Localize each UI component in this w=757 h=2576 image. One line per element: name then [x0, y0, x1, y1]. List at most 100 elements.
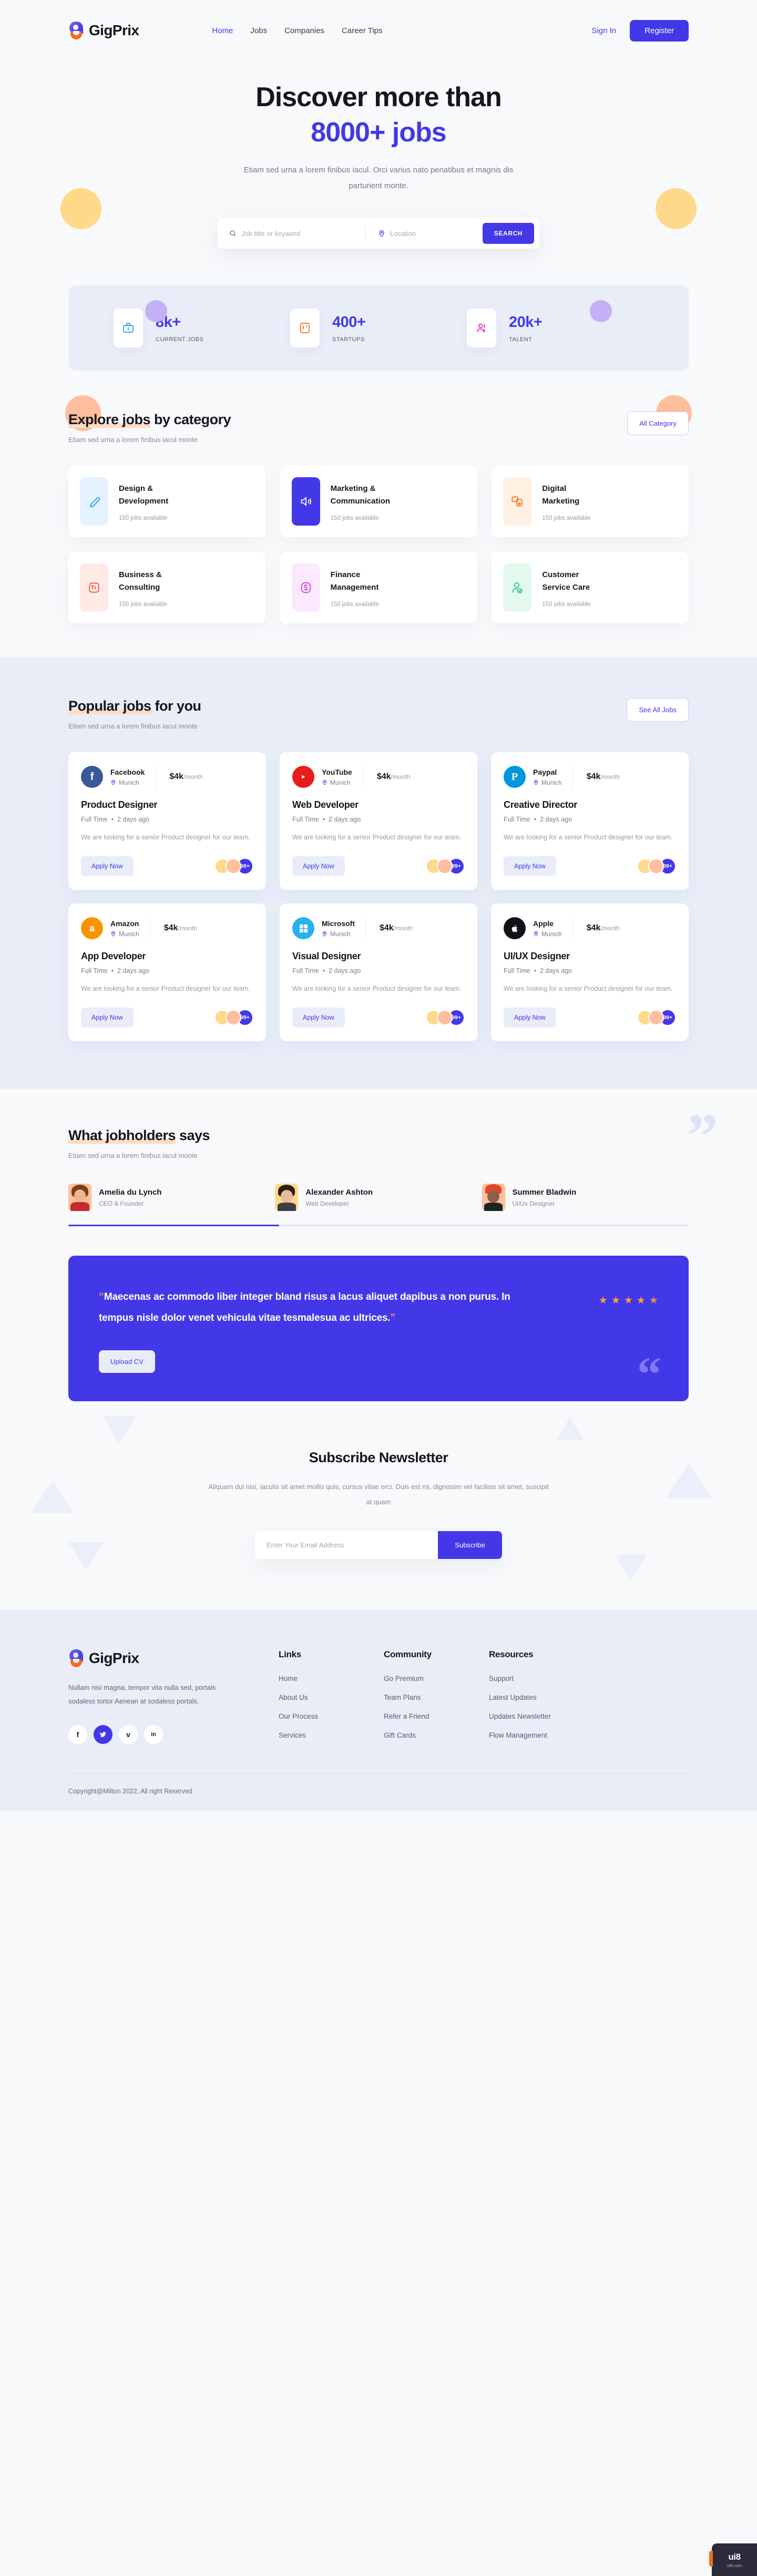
testimonials-section: ” What jobholders says Etiam sed urna a … — [0, 1089, 757, 1402]
footer-column-heading: Resources — [489, 1649, 534, 1659]
nav-item-companies[interactable]: Companies — [284, 26, 324, 35]
apply-now-button[interactable]: Apply Now — [504, 856, 556, 877]
hero-subtitle: Etiam sed urna a lorem finibus iacul. Or… — [243, 166, 514, 191]
nav-item-career-tips[interactable]: Career Tips — [342, 26, 383, 35]
apply-now-button[interactable]: Apply Now — [504, 1008, 556, 1028]
decorative-quote-icon: “ — [637, 1347, 661, 1401]
job-card[interactable]: f Facebook Munich $4k/month Product Desi… — [68, 752, 266, 890]
search-keyword-input[interactable] — [241, 229, 365, 238]
hero-section: Discover more than 8000+ jobs Etiam sed … — [0, 61, 757, 431]
footer-brand-name: GigPrix — [89, 1649, 139, 1666]
apply-now-button[interactable]: Apply Now — [292, 856, 345, 877]
footer-link-updates-newsletter[interactable]: Updates Newsletter — [489, 1712, 615, 1720]
search-location-input[interactable] — [390, 229, 470, 238]
hero-avatar-1 — [60, 188, 101, 229]
watermark-logo: ui8 — [728, 2551, 741, 2562]
job-meta: Full Time • 2 days ago — [292, 967, 361, 975]
see-all-jobs-button[interactable]: See All Jobs — [627, 698, 689, 722]
newsletter-email-input[interactable] — [255, 1531, 438, 1559]
footer-link-support[interactable]: Support — [489, 1675, 615, 1682]
footer-bottom: Copyright@Milton 2022, All right Reserve… — [68, 1773, 689, 1811]
paypal-icon: P — [504, 766, 526, 788]
footer-link-about-us[interactable]: About Us — [279, 1694, 384, 1701]
footer-link-services[interactable]: Services — [279, 1731, 384, 1739]
category-name: Digital Marketing — [542, 484, 580, 506]
footer-link-refer-a-friend[interactable]: Refer a Friend — [384, 1712, 489, 1720]
all-category-button[interactable]: All Category — [627, 412, 689, 436]
footer-link-home[interactable]: Home — [279, 1675, 384, 1682]
footer-brand-logo[interactable]: GigPrix — [68, 1649, 279, 1667]
map-pin-icon — [111, 780, 116, 785]
category-card-marketing-communication[interactable]: Marketing & Communication 150 jobs availa… — [280, 466, 477, 538]
map-pin-icon — [534, 931, 538, 937]
category-card-digital-marketing[interactable]: Digital Marketing 150 jobs available — [492, 466, 689, 538]
apply-now-button[interactable]: Apply Now — [81, 856, 134, 877]
job-description: We are looking for a senior Product desi… — [292, 985, 462, 993]
job-pay: $4k/month — [380, 923, 413, 933]
people-icon — [467, 309, 496, 348]
decorative-quote-icon: ” — [687, 1101, 718, 1171]
category-card-business-consulting[interactable]: Business & Consulting 150 jobs available — [68, 552, 265, 624]
category-card-design-development[interactable]: Design & Development 150 jobs available — [68, 466, 265, 538]
job-card[interactable]: a Amazon Munich $4k/month App Developer … — [68, 904, 266, 1042]
footer-link-latest-updates[interactable]: Latest Updates — [489, 1694, 615, 1701]
footer-link-team-plans[interactable]: Team Plans — [384, 1694, 489, 1701]
company-name: YouTube — [322, 767, 352, 776]
apply-now-button[interactable]: Apply Now — [292, 1008, 345, 1028]
testimonial-tab-summer-bladwin[interactable]: Summer Bladwin Ui/Ux Designer — [482, 1184, 689, 1212]
footer-link-flow-management[interactable]: Flow Management — [489, 1731, 615, 1739]
map-pin-icon — [534, 780, 538, 785]
ui8-watermark-badge[interactable]: ui8 ui8.com — [709, 2543, 757, 2576]
gigprix-g-logo-icon — [68, 1649, 84, 1667]
sign-in-link[interactable]: Sign In — [591, 26, 616, 35]
star-icon: ★ — [636, 1295, 646, 1307]
categories-grid: Design & Development 150 jobs available M… — [68, 466, 689, 624]
nav-item-jobs[interactable]: Jobs — [250, 26, 267, 35]
linkedin-icon[interactable]: in — [144, 1725, 163, 1744]
job-title: Visual Designer — [292, 951, 361, 962]
newsletter-section: Subscribe Newsletter Aliquam dui nisi, i… — [0, 1401, 757, 1609]
categories-subtitle: Etiam sed urna a lorem finibus iacul mon… — [68, 436, 198, 444]
upload-cv-button[interactable]: Upload CV — [99, 1350, 155, 1373]
apply-now-button[interactable]: Apply Now — [81, 1008, 134, 1028]
search-button[interactable]: SEARCH — [482, 223, 534, 244]
quote-open-icon: “ — [99, 1291, 104, 1303]
testimonial-tab-alexander-ashton[interactable]: Alexander Ashton Web Developer — [275, 1184, 482, 1212]
testimonial-tab-amelia-du-lynch[interactable]: Amelia du Lynch CEO & Founder — [68, 1184, 275, 1212]
footer-link-gift-cards[interactable]: Gift Cards — [384, 1731, 489, 1739]
kanban-board-icon — [290, 309, 320, 348]
footer-link-our-process[interactable]: Our Process — [279, 1712, 384, 1720]
nav-item-home[interactable]: Home — [212, 26, 233, 35]
category-jobs: 150 jobs available — [119, 515, 168, 522]
footer-social-links: f v in — [68, 1725, 279, 1744]
register-button[interactable]: Register — [630, 19, 689, 42]
facebook-icon[interactable]: f — [68, 1725, 87, 1744]
job-meta: Full Time • 2 days ago — [504, 816, 572, 824]
facebook-icon: f — [81, 766, 103, 788]
copyright-text: Copyright@Milton 2022, All right Reserve… — [68, 1787, 192, 1795]
stat-talent: 20k+ TALENT — [467, 309, 643, 348]
stat-current-jobs: 8k+ CURRENT JOBS — [114, 309, 290, 348]
job-pay: $4k/month — [163, 923, 198, 933]
footer-link-go-premium[interactable]: Go Premium — [384, 1675, 489, 1682]
job-card[interactable]: Apple Munich $4k/month UI/UX Designer Fu… — [491, 904, 689, 1042]
vimeo-icon[interactable]: v — [119, 1725, 138, 1744]
testimonials-title: What jobholders says — [68, 1127, 210, 1144]
avatar — [482, 1184, 505, 1212]
map-pin-icon — [111, 931, 116, 937]
job-title: Creative Director — [504, 799, 577, 810]
testimonial-progress-bar[interactable] — [68, 1225, 689, 1227]
category-card-customer-service-care[interactable]: Customer Service Care 150 jobs available — [492, 552, 689, 624]
briefcase-icon — [114, 309, 143, 348]
subscribe-button[interactable]: Subscribe — [438, 1531, 502, 1559]
footer-column-community: Community Go Premium Team Plans Refer a … — [384, 1649, 489, 1750]
brand-logo[interactable]: GigPrix — [68, 22, 139, 39]
twitter-icon[interactable] — [94, 1725, 112, 1744]
map-pin-icon — [378, 230, 385, 237]
map-pin-icon — [322, 931, 327, 937]
job-card[interactable]: Microsoft Munich $4k/month Visual Design… — [280, 904, 477, 1042]
job-card[interactable]: YouTube Munich $4k/month Web Developer F… — [280, 752, 477, 890]
company-name: Paypal — [533, 767, 557, 776]
category-card-finance-management[interactable]: Finance Management 150 jobs available — [280, 552, 477, 624]
job-card[interactable]: P Paypal Munich $4k/month Creative Direc… — [491, 752, 689, 890]
